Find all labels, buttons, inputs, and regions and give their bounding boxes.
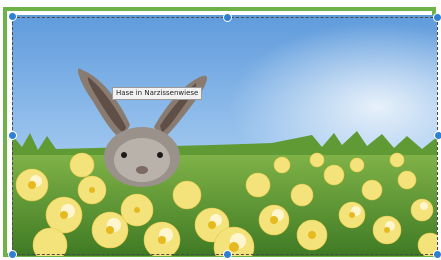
resize-handle-bottom-left[interactable] bbox=[8, 250, 17, 259]
resize-handle-top-right[interactable] bbox=[433, 13, 441, 22]
image-tooltip: Hase in Narzissenwiese bbox=[112, 87, 203, 100]
resize-handle-top[interactable] bbox=[223, 13, 232, 22]
resize-handle-top-left[interactable] bbox=[8, 12, 17, 21]
resize-handle-bottom[interactable] bbox=[223, 250, 232, 259]
photo-graphic bbox=[12, 15, 437, 256]
resize-handle-left[interactable] bbox=[8, 131, 17, 140]
resize-handle-right[interactable] bbox=[434, 131, 441, 140]
resize-handle-bottom-right[interactable] bbox=[433, 250, 441, 259]
photo-hase-narzissen[interactable] bbox=[12, 15, 437, 256]
image-editor-canvas: Hase in Narzissenwiese bbox=[0, 0, 441, 260]
